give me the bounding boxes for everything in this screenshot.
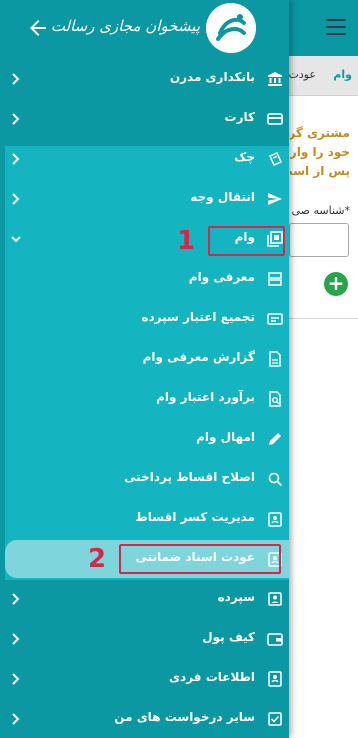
submenu-item-installment-fix[interactable]: اصلاح اقساط پرداختی	[0, 459, 289, 499]
submenu-item-label: امهال وام	[196, 430, 255, 444]
chevron-down-icon	[11, 236, 21, 243]
submenu-item-loan-intro[interactable]: معرفی وام	[0, 259, 289, 299]
file-search-icon	[269, 391, 281, 407]
id-badge-icon	[268, 512, 282, 527]
chevron-right-icon	[12, 633, 20, 645]
id-field-label: *شناسه صی	[291, 204, 350, 217]
send-icon	[268, 193, 282, 205]
submenu-item-deposit-credit[interactable]: تجمیع اعتبار سپرده	[0, 299, 289, 339]
submenu-item-label: گزارش معرفی وام	[142, 350, 255, 364]
menu-item-wallet[interactable]: کیف پول	[0, 619, 289, 659]
menu-item-transfer[interactable]: انتقال وجه	[0, 179, 289, 219]
menu-item-label: سپرده	[217, 590, 255, 604]
document-icon	[269, 351, 281, 367]
check-icon	[269, 152, 282, 166]
chevron-right-icon	[12, 73, 20, 85]
storage-icon	[268, 272, 282, 286]
submenu-item-label: برآورد اعتبار وام	[156, 390, 255, 404]
submenu-item-label: تجمیع اعتبار سپرده	[141, 310, 255, 324]
chevron-right-icon	[12, 153, 20, 165]
navigation-drawer: پیشخوان مجازی رسالت بانکداری مدرن کارت چ…	[0, 0, 289, 738]
menu-item-modern-banking[interactable]: بانکداری مدرن	[0, 59, 289, 99]
bank-icon	[268, 72, 282, 86]
bank-logo-icon	[206, 3, 256, 53]
submenu-item-loan-extension[interactable]: امهال وام	[0, 419, 289, 459]
hamburger-menu-icon[interactable]	[326, 19, 346, 35]
menu-item-label: کارت	[224, 110, 255, 124]
menu-item-deposit[interactable]: سپرده	[0, 579, 289, 619]
back-arrow-icon[interactable]	[26, 16, 50, 40]
pencil-icon	[269, 433, 281, 445]
menu-item-label: سایر درخواست های من	[114, 710, 255, 724]
menu-item-other-requests[interactable]: سایر درخواست های من	[0, 699, 289, 738]
chevron-right-icon	[12, 113, 20, 125]
chevron-right-icon	[12, 193, 20, 205]
menu-item-label: انتقال وجه	[190, 190, 255, 204]
brand-name: پیشخوان مجازی رسالت	[50, 17, 200, 35]
drawer-header: پیشخوان مجازی رسالت	[0, 0, 289, 56]
profile-icon	[268, 671, 282, 687]
checkbox-icon	[268, 712, 282, 726]
drawer-menu: بانکداری مدرن کارت چک انتقال وجه وام معر…	[0, 59, 289, 738]
id-input[interactable]	[289, 223, 349, 257]
submenu-item-installment-deduction[interactable]: مدیریت کسر اقساط	[0, 499, 289, 539]
chevron-right-icon	[12, 673, 20, 685]
account-box-icon	[268, 592, 282, 606]
chevron-right-icon	[12, 593, 20, 605]
annotation-box-guarantee-return	[119, 544, 281, 574]
submenu-item-label: معرفی وام	[188, 270, 255, 284]
menu-item-label: چک	[234, 150, 255, 164]
annotation-step-1: 1	[177, 226, 196, 256]
tab-return[interactable]: عودت	[289, 68, 317, 81]
annotation-box-loan	[208, 226, 285, 256]
submenu-item-label: اصلاح اقساط پرداختی	[124, 470, 255, 484]
divider	[289, 318, 358, 319]
notice-text: مشتری گرا خود را وارد پس از است	[290, 126, 350, 178]
chevron-right-icon	[12, 713, 20, 725]
menu-item-label: اطلاعات فردی	[169, 670, 255, 684]
card-icon	[267, 113, 283, 125]
form-icon	[267, 313, 283, 325]
submenu-item-label: مدیریت کسر اقساط	[135, 510, 255, 524]
menu-item-card[interactable]: کارت	[0, 99, 289, 139]
money-search-icon	[268, 472, 283, 487]
menu-item-personal-info[interactable]: اطلاعات فردی	[0, 659, 289, 699]
menu-item-check[interactable]: چک	[0, 139, 289, 179]
menu-item-label: کیف پول	[202, 630, 255, 644]
tab-loan[interactable]: وام	[333, 68, 352, 81]
submenu-item-credit-estimate[interactable]: برآورد اعتبار وام	[0, 379, 289, 419]
menu-item-label: بانکداری مدرن	[169, 70, 255, 84]
submenu-item-loan-report[interactable]: گزارش معرفی وام	[0, 339, 289, 379]
wallet-icon	[267, 633, 283, 646]
add-button[interactable]: +	[324, 272, 348, 296]
annotation-step-2: 2	[88, 544, 107, 574]
